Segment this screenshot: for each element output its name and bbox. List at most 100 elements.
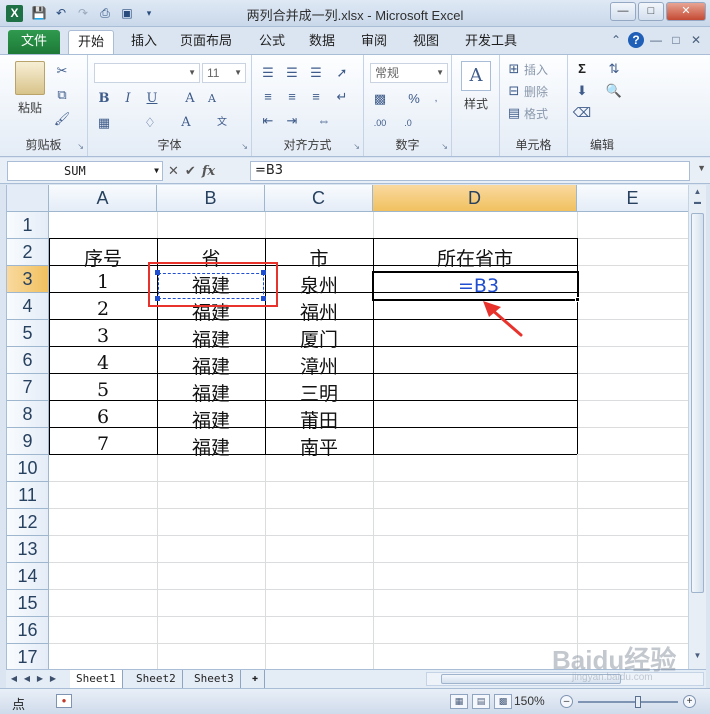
insert-function-button[interactable]: fx: [202, 164, 215, 179]
align-bottom-icon[interactable]: ☰: [306, 63, 326, 83]
row-header-6[interactable]: 6: [7, 347, 49, 374]
row-header-2[interactable]: 2: [7, 239, 49, 266]
bold-button[interactable]: B: [94, 89, 114, 109]
font-launcher-icon[interactable]: ↘: [241, 142, 248, 151]
percent-button[interactable]: %: [404, 89, 424, 109]
doc-restore-icon[interactable]: □: [668, 32, 684, 48]
row-header-1[interactable]: 1: [7, 212, 49, 239]
tab-developer[interactable]: 开发工具: [458, 30, 524, 54]
cell-a3[interactable]: 1: [49, 271, 157, 293]
prev-sheet-icon[interactable]: ◀: [21, 672, 33, 686]
help-icon[interactable]: ?: [628, 32, 644, 48]
autosum-button[interactable]: Σ: [572, 59, 592, 79]
row-header-12[interactable]: 12: [7, 509, 49, 536]
tab-formulas[interactable]: 公式: [250, 30, 294, 54]
vertical-scroll-thumb[interactable]: [691, 213, 704, 593]
font-color-icon[interactable]: A: [176, 113, 196, 133]
cell-a2-header[interactable]: 序号: [49, 244, 157, 271]
fill-handle[interactable]: [575, 297, 580, 302]
zoom-out-icon[interactable]: –: [560, 695, 573, 708]
row-header-7[interactable]: 7: [7, 374, 49, 401]
tab-insert[interactable]: 插入: [122, 30, 166, 54]
enter-icon[interactable]: ✔: [185, 163, 196, 179]
row-header-4[interactable]: 4: [7, 293, 49, 320]
select-all-button[interactable]: [7, 185, 49, 212]
cell-a6[interactable]: 4: [49, 352, 157, 374]
align-top-icon[interactable]: ☰: [258, 63, 278, 83]
column-header-b[interactable]: B: [157, 185, 265, 212]
row-header-8[interactable]: 8: [7, 401, 49, 428]
cell-d2-header[interactable]: 所在省市: [373, 244, 577, 271]
find-select-icon[interactable]: 🔍: [604, 81, 624, 101]
number-format-combo[interactable]: 常规 ▼: [370, 63, 448, 83]
cell-c8[interactable]: 莆田: [265, 406, 373, 433]
number-launcher-icon[interactable]: ↘: [441, 142, 448, 151]
styles-button[interactable]: A 样式: [458, 61, 494, 112]
tab-home[interactable]: 开始: [68, 30, 114, 54]
zoom-level[interactable]: 150%: [514, 694, 545, 708]
cut-icon[interactable]: ✂: [52, 61, 72, 81]
last-sheet-icon[interactable]: ▶: [47, 672, 59, 686]
decrease-indent-icon[interactable]: ⇤: [258, 111, 278, 131]
borders-icon[interactable]: ▦: [94, 113, 114, 133]
expand-formula-bar-icon[interactable]: ▼: [697, 163, 706, 173]
merge-center-icon[interactable]: ⇔: [314, 111, 334, 131]
row-header-17[interactable]: 17: [7, 644, 49, 669]
insert-cells-icon[interactable]: ⊞: [504, 59, 524, 79]
split-box-icon[interactable]: ▬: [691, 199, 704, 213]
doc-close-icon[interactable]: ✕: [688, 32, 704, 48]
cell-a7[interactable]: 5: [49, 379, 157, 401]
tab-file[interactable]: 文件: [8, 30, 60, 54]
sheet-tab-sheet1[interactable]: Sheet1: [70, 670, 123, 688]
name-box[interactable]: SUM ▼: [7, 161, 163, 181]
row-header-15[interactable]: 15: [7, 590, 49, 617]
grow-font-button[interactable]: A: [180, 89, 200, 109]
cell-d3-formula[interactable]: =B3: [458, 275, 499, 297]
phonetic-icon[interactable]: 文: [212, 113, 232, 133]
cell-b7[interactable]: 福建: [157, 379, 265, 406]
cell-b5[interactable]: 福建: [157, 325, 265, 352]
insert-cells-label[interactable]: 插入: [524, 61, 548, 78]
row-header-14[interactable]: 14: [7, 563, 49, 590]
zoom-slider[interactable]: – +: [560, 695, 700, 709]
tab-data[interactable]: 数据: [300, 30, 344, 54]
comma-style-icon[interactable]: ,: [426, 89, 446, 109]
format-painter-icon[interactable]: 🖌: [52, 109, 72, 129]
cell-c6[interactable]: 漳州: [265, 352, 373, 379]
page-layout-view-icon[interactable]: ▤: [472, 694, 490, 709]
row-header-11[interactable]: 11: [7, 482, 49, 509]
row-header-16[interactable]: 16: [7, 617, 49, 644]
doc-minimize-icon[interactable]: —: [648, 32, 664, 48]
row-header-10[interactable]: 10: [7, 455, 49, 482]
cell-b6[interactable]: 福建: [157, 352, 265, 379]
minimize-button[interactable]: —: [610, 2, 636, 21]
cell-a5[interactable]: 3: [49, 325, 157, 347]
currency-format-icon[interactable]: ▩: [370, 89, 390, 109]
sheet-tab-sheet3[interactable]: Sheet3: [188, 670, 241, 688]
cell-c9[interactable]: 南平: [265, 433, 373, 460]
underline-button[interactable]: U: [142, 89, 162, 109]
insert-sheet-icon[interactable]: ✚: [246, 670, 266, 688]
vertical-scrollbar[interactable]: ▲ ▬ ▼: [688, 185, 706, 669]
worksheet-grid[interactable]: A B C D E 1 2 3 4 5 6 7 8 9 10 11 12 13 14 15 16 17 序号 省…: [6, 185, 688, 669]
horizontal-scrollbar[interactable]: [426, 672, 704, 686]
cell-a8[interactable]: 6: [49, 406, 157, 428]
horizontal-scroll-thumb[interactable]: [441, 674, 621, 684]
delete-cells-label[interactable]: 删除: [524, 83, 548, 100]
align-center-icon[interactable]: ≡: [282, 87, 302, 107]
tab-page-layout[interactable]: 页面布局: [172, 30, 240, 54]
scroll-down-icon[interactable]: ▼: [691, 651, 704, 665]
row-header-13[interactable]: 13: [7, 536, 49, 563]
shrink-font-button[interactable]: A: [202, 89, 222, 109]
clear-icon[interactable]: ⌫: [572, 103, 592, 123]
increase-indent-icon[interactable]: ⇥: [282, 111, 302, 131]
align-middle-icon[interactable]: ☰: [282, 63, 302, 83]
cell-b9[interactable]: 福建: [157, 433, 265, 460]
close-button[interactable]: ✕: [666, 2, 706, 21]
align-left-icon[interactable]: ≡: [258, 87, 278, 107]
column-header-a[interactable]: A: [49, 185, 157, 212]
tab-view[interactable]: 视图: [404, 30, 448, 54]
row-header-5[interactable]: 5: [7, 320, 49, 347]
italic-button[interactable]: I: [118, 89, 138, 109]
orientation-icon[interactable]: ➚: [332, 63, 352, 83]
